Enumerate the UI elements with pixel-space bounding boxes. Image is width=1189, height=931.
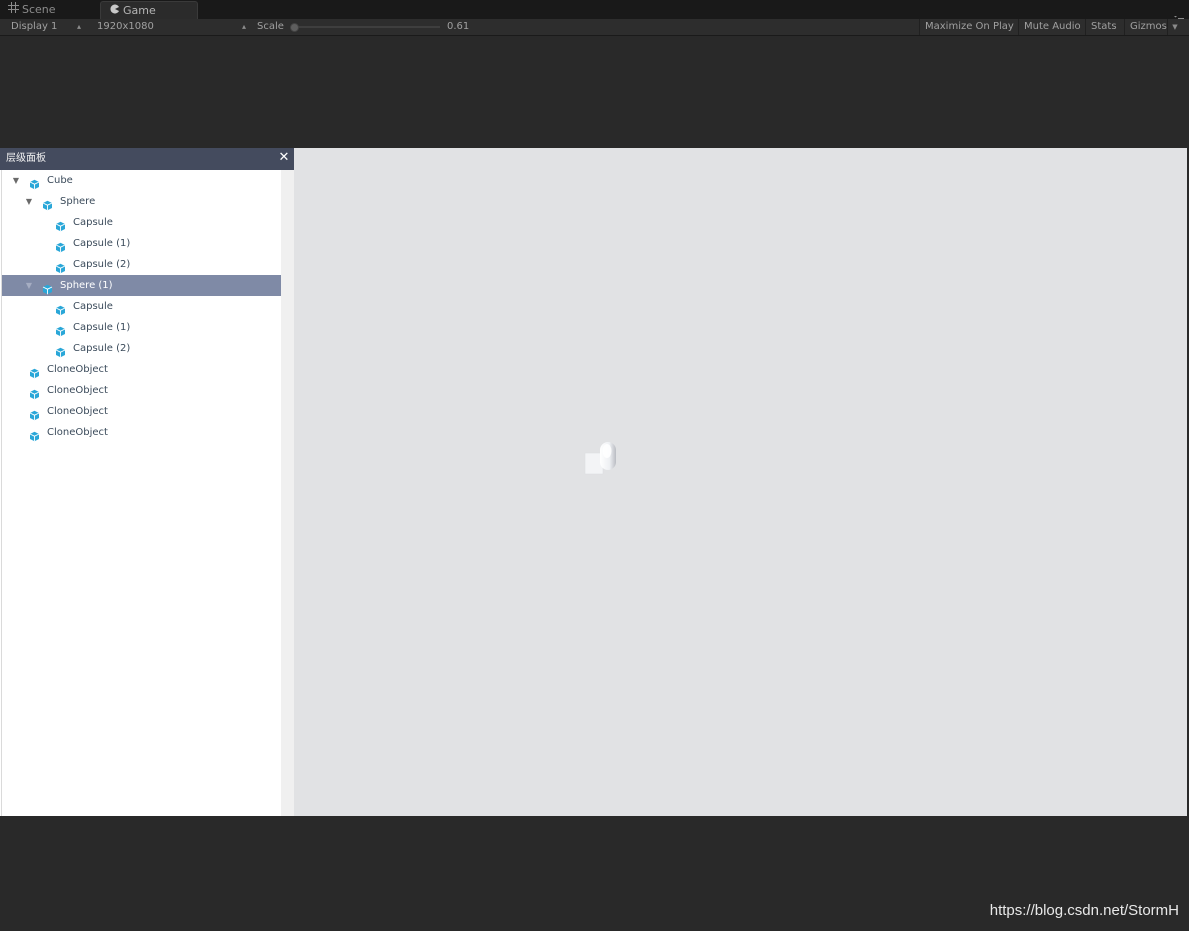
tab-scene[interactable]: Scene	[2, 1, 98, 19]
unity-editor-game-window: Scene Game Display 1 ▴︎ 1920x1080 ▴︎ Sca…	[0, 0, 1189, 931]
hierarchy-item[interactable]: ▼ Cube	[2, 170, 281, 191]
grid-icon	[8, 1, 19, 19]
hierarchy-item-label: CloneObject	[47, 364, 108, 375]
gameobject-icon	[55, 238, 66, 253]
hierarchy-item-label: Capsule	[73, 301, 113, 312]
tab-game-label: Game	[123, 4, 156, 17]
hierarchy-item-label: CloneObject	[47, 385, 108, 396]
updown-arrow-icon: ▴︎	[77, 22, 82, 31]
hierarchy-item[interactable]: Capsule	[2, 212, 281, 233]
gameobject-icon	[29, 175, 40, 190]
hierarchy-item-label: Capsule (1)	[73, 238, 131, 249]
gameobject-icon	[29, 427, 40, 442]
expand-arrow-down-icon[interactable]: ▼	[24, 191, 34, 212]
hierarchy-item-label: Sphere (1)	[60, 280, 113, 291]
hierarchy-item-label: Capsule	[73, 217, 113, 228]
hierarchy-item-label: Capsule (1)	[73, 322, 131, 333]
hierarchy-item[interactable]: CloneObject	[2, 422, 281, 443]
close-icon[interactable]: ✕	[278, 148, 290, 170]
updown-arrow-icon: ▴︎	[242, 22, 247, 31]
resolution-select-value: 1920x1080	[97, 21, 154, 32]
hierarchy-item-label: Sphere	[60, 196, 96, 207]
hierarchy-item[interactable]: ▼ Sphere	[2, 191, 281, 212]
hierarchy-item[interactable]: Capsule	[2, 296, 281, 317]
watermark: https://blog.csdn.net/StormH	[989, 902, 1179, 919]
hierarchy-item[interactable]: Capsule (1)	[2, 317, 281, 338]
hierarchy-tree: ▼ Cube ▼ Sphere Capsule Capsule (1) Capsule (2…	[1, 170, 281, 816]
hierarchy-panel: 层级面板 ✕ ▼ Cube ▼ Sphere Capsule Capsule (1) Cap…	[0, 148, 294, 816]
expand-arrow-down-icon[interactable]: ▼	[24, 275, 34, 296]
hierarchy-scrollbar[interactable]	[281, 170, 294, 816]
display-select[interactable]: Display 1 ▴︎	[4, 19, 90, 35]
scale-slider[interactable]	[290, 23, 442, 32]
mute-audio-toggle[interactable]: Mute Audio	[1018, 19, 1086, 35]
hierarchy-item[interactable]: CloneObject	[2, 380, 281, 401]
gameobject-icon	[42, 280, 53, 295]
tab-menu-icon[interactable]	[1174, 8, 1184, 23]
gameobject-icon	[29, 364, 40, 379]
resolution-select[interactable]: 1920x1080 ▴︎	[90, 19, 252, 35]
hierarchy-item[interactable]: Capsule (2)	[2, 338, 281, 359]
hierarchy-item-label: Capsule (2)	[73, 259, 131, 270]
gameobject-icon	[55, 301, 66, 316]
tab-scene-label: Scene	[22, 3, 56, 16]
hierarchy-panel-header: 层级面板 ✕	[0, 148, 294, 170]
game-toolbar: Display 1 ▴︎ 1920x1080 ▴︎ Scale 0.61 Max…	[0, 19, 1189, 36]
hierarchy-item[interactable]: CloneObject	[2, 401, 281, 422]
scale-slider-thumb[interactable]	[290, 23, 299, 32]
gameobject-icon	[29, 385, 40, 400]
hierarchy-item[interactable]: CloneObject	[2, 359, 281, 380]
scale-value: 0.61	[447, 21, 470, 32]
hierarchy-item-label: CloneObject	[47, 427, 108, 438]
pacman-icon	[110, 2, 120, 20]
game-viewport[interactable]: 层级面板 ✕ ▼ Cube ▼ Sphere Capsule Capsule (1) Cap…	[0, 148, 1187, 816]
scale-label: Scale	[257, 21, 284, 32]
hierarchy-item-label: Capsule (2)	[73, 343, 131, 354]
display-select-value: Display 1	[11, 21, 58, 32]
hierarchy-item[interactable]: Capsule (1)	[2, 233, 281, 254]
scale-slider-track	[296, 26, 440, 28]
tab-bar: Scene Game	[0, 0, 1189, 23]
gameobject-icon	[55, 322, 66, 337]
hierarchy-item[interactable]: Capsule (2)	[2, 254, 281, 275]
scene-objects-render	[584, 442, 616, 475]
maximize-on-play-toggle[interactable]: Maximize On Play	[919, 19, 1019, 35]
expand-arrow-down-icon[interactable]: ▼	[11, 170, 21, 191]
tab-game[interactable]: Game	[100, 1, 198, 19]
gameobject-icon	[29, 406, 40, 421]
hierarchy-item-label: Cube	[47, 175, 73, 186]
gameobject-icon	[42, 196, 53, 211]
hierarchy-item[interactable]: ▼ Sphere (1)	[2, 275, 281, 296]
gizmos-dropdown-icon[interactable]: ▼	[1167, 19, 1182, 35]
stats-toggle[interactable]: Stats	[1085, 19, 1122, 35]
hierarchy-panel-title: 层级面板	[6, 153, 46, 164]
hierarchy-item-label: CloneObject	[47, 406, 108, 417]
gameobject-icon	[55, 343, 66, 358]
gameobject-icon	[55, 217, 66, 232]
gameobject-icon	[55, 259, 66, 274]
